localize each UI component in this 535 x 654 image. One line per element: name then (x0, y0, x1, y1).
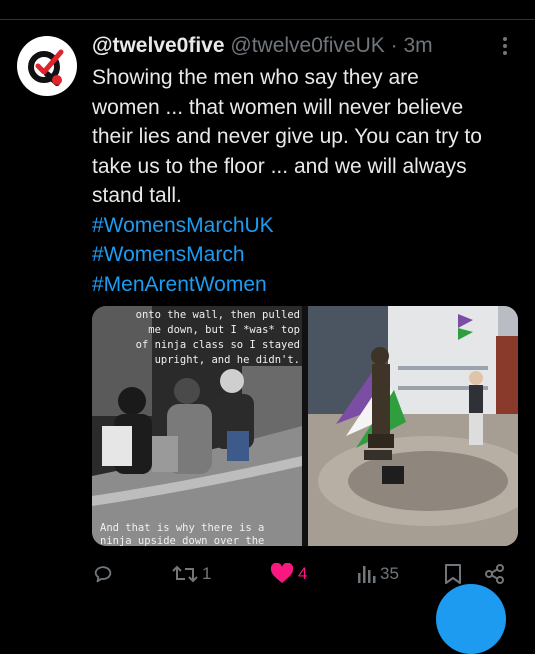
share-icon (485, 564, 504, 584)
views-count: 35 (380, 564, 399, 583)
hashtag-link[interactable]: #WomensMarchUK (92, 211, 522, 241)
logo-icon (28, 49, 64, 86)
views-icon (358, 566, 376, 583)
tweet-text-line: Showing the men who say they are (92, 66, 419, 89)
share-button[interactable] (484, 560, 506, 588)
like-button[interactable]: 4 (270, 560, 307, 588)
display-name[interactable]: @twelve0five (92, 34, 225, 57)
photo-caption-bottom: And that is why there is a ninja upside … (100, 522, 265, 546)
action-bar: 1 4 35 (0, 560, 535, 588)
retweet-button[interactable]: 1 (172, 560, 211, 588)
statue-photo-image (308, 306, 518, 546)
tweet-text-line: their lies and never give up. You can tr… (92, 125, 482, 148)
avatar[interactable] (17, 36, 77, 96)
tweet-header: @twelve0five @twelve0fiveUK · 3m (92, 33, 433, 59)
retweet-icon (172, 565, 198, 583)
media-grid: onto the wall, then pulled me down, but … (92, 306, 518, 546)
reply-button[interactable] (92, 560, 118, 588)
like-count: 4 (298, 564, 308, 583)
photo-left[interactable]: onto the wall, then pulled me down, but … (92, 306, 302, 546)
separator: · (390, 34, 398, 57)
top-bar (0, 0, 535, 18)
hashtag-link[interactable]: #MenArentWomen (92, 270, 522, 300)
handle[interactable]: @twelve0fiveUK (230, 34, 384, 57)
tweet-text-line: women ... that women will never believe (92, 95, 464, 119)
views-button[interactable]: 35 (356, 560, 399, 588)
photo-caption-top: onto the wall, then pulled me down, but … (135, 309, 300, 366)
retweet-count: 1 (202, 564, 212, 583)
tweet-text: Showing the men who say they are women .… (92, 63, 522, 299)
divider (0, 19, 535, 20)
more-options-icon[interactable] (494, 37, 516, 59)
tweet-text-line: take us to the floor ... and we will alw… (92, 154, 467, 178)
reply-icon (94, 566, 112, 583)
bookmark-icon (445, 564, 461, 584)
tweet-text-line: stand tall. (92, 184, 182, 207)
bookmark-button[interactable] (444, 560, 462, 588)
heart-icon (270, 563, 294, 583)
hashtag-link[interactable]: #WomensMarch (92, 240, 522, 270)
timestamp[interactable]: 3m (403, 34, 432, 57)
compose-button[interactable] (436, 584, 506, 654)
photo-right[interactable] (308, 306, 518, 546)
